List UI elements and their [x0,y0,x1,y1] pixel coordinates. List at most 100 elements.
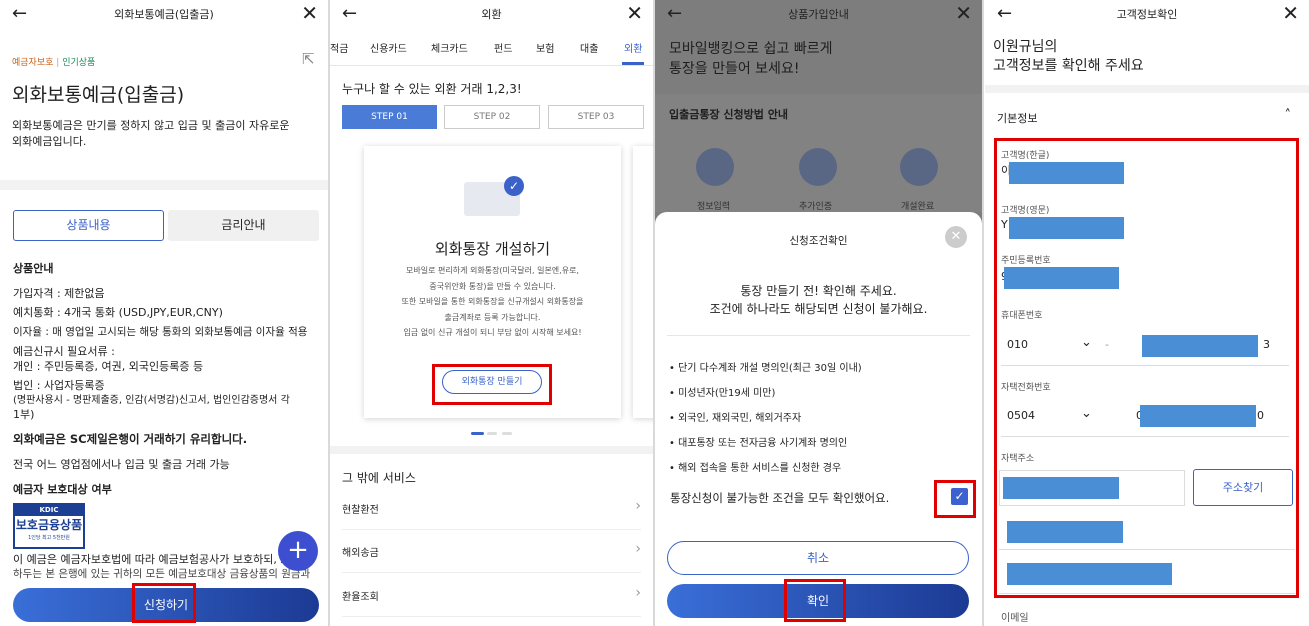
pen-icon [696,148,734,186]
step-label: 추가인증 [799,202,833,212]
modal-question-2: 조건에 하나라도 해당되면 신청이 불가해요. [709,302,928,316]
badge-deposit-protection: 예금자보호 [12,58,54,68]
kdic-logo: KDIC 보호금융상품 1인당 최고 5천만원 [13,503,85,549]
other-services-title: 그 밖에 서비스 [342,471,416,485]
carousel-dot [487,432,497,435]
tab-check-card[interactable]: 체크카드 [431,40,468,55]
tab-fund[interactable]: 펀드 [494,40,512,55]
list-item-label: 환율조회 [342,592,379,603]
close-icon[interactable]: ✕ [301,1,318,25]
condition-item: • 대포통장 또는 전자금융 사기계좌 명의인 [669,438,848,449]
info-line: 예치통화 : 4개국 통화 (USD,JPY,EUR,CNY) [13,306,223,319]
complete-icon [900,148,938,186]
chevron-up-icon[interactable]: ˄ [1285,108,1292,123]
info-line: 전국 어느 영업점에서나 입금 및 출금 거래 가능 [13,458,230,471]
list-item-remittance[interactable]: 해외송금 › [342,530,641,573]
header: ← 고객정보확인 ✕ [985,0,1309,26]
header-title: 외환 [481,8,502,21]
step-label: 정보입력 [697,202,731,212]
check-badge-icon: ✓ [504,176,524,196]
list-item-exchange-rate[interactable]: 환율조회 › [342,573,641,617]
tab-savings[interactable]: 적금 [330,40,348,55]
condition-modal: 신청조건확인 ✕ 통장 만들기 전! 확인해 주세요. 조건에 하나라도 해당되… [655,212,982,626]
condition-item: • 단기 다수계좌 개설 명의인(최근 30일 이내) [669,363,862,374]
close-icon[interactable]: ✕ [1282,1,1299,25]
divider [985,85,1309,93]
header-title: 고객정보확인 [1116,8,1178,21]
modal-title: 신청조건확인 [789,235,848,247]
protection-note: 하두는 본 은행에 있는 귀하의 모든 예금보호대상 금융상품의 원금과 [13,568,311,580]
tab-insurance[interactable]: 보험 [536,40,554,55]
hero-line-2: 통장을 만들어 보세요! [669,61,800,77]
tab-loan[interactable]: 대출 [580,40,598,55]
step-3-button[interactable]: STEP 03 [548,105,644,129]
header: ← 외환 ✕ [330,0,653,26]
card-description: 모바일로 편리하게 외화통장(미국달러, 일본엔,유로, 중국위안화 통장)을 … [364,263,621,341]
close-icon[interactable]: ✕ [945,226,967,248]
card-line: 입금 없이 신규 개설이 되니 부담 없이 시작해 보세요! [403,328,582,337]
highlight-box [784,579,846,622]
share-icon[interactable]: ⇱ [302,50,315,68]
category-tabs: 적금 신용카드 체크카드 펀드 보험 대출 외환 [330,40,653,66]
card-line: 또한 모바일을 통한 외화통장을 신규개설시 외화통장을 [401,297,584,306]
header-title: 외화보통예금(입출금) [114,8,214,21]
chevron-right-icon: › [635,541,641,557]
section-basic-info: 기본정보 [997,112,1038,125]
divider [330,446,653,454]
greeting-line-2: 고객정보를 확인해 주세요 [993,58,1144,74]
badge-separator: | [56,58,60,68]
tab-fx[interactable]: 외환 [624,40,642,55]
header: ← 외화보통예금(입출금) ✕ [0,0,328,26]
divider [0,180,328,190]
kdic-logo-sub: 1인당 최고 5천만원 [28,535,70,541]
kdic-logo-top: KDIC [15,505,83,516]
cancel-button[interactable]: 취소 [667,541,969,575]
section-title: 상품안내 [13,262,54,275]
chevron-right-icon: › [635,498,641,514]
screen-foreign-exchange: ← 외환 ✕ 적금 신용카드 체크카드 펀드 보험 대출 외환 누구나 할 수 … [330,0,653,626]
close-icon[interactable]: ✕ [626,1,643,25]
info-line: 예금신규시 필요서류 : [13,345,115,358]
card-title: 외화통장 개설하기 [434,240,551,258]
close-icon[interactable]: ✕ [955,1,972,25]
highlight-box [132,583,196,623]
step-2-button[interactable]: STEP 02 [444,105,540,129]
tab-interest-rate[interactable]: 금리안내 [168,210,319,241]
product-name: 외화보통예금(입출금) [12,84,185,106]
screen-product-detail: ← 외화보통예금(입출금) ✕ 예금자보호 | 인기상품 ⇱ 외화보통예금(입출… [0,0,328,626]
tab-credit-card[interactable]: 신용카드 [370,40,407,55]
card-line: 모바일로 편리하게 외화통장(미국달러, 일본엔,유로, [406,266,579,275]
badge-popular: 인기상품 [62,58,96,68]
step-1-button[interactable]: STEP 01 [342,105,437,129]
product-desc-1: 외화보통예금은 만기를 정하지 않고 입금 및 출금이 자유로운 [12,119,290,132]
highlight-box [432,364,552,405]
fab-plus-button[interactable]: + [278,531,318,571]
info-line: 1부) [13,408,35,421]
screen-account-guide: ← 상품가입안내 ✕ 모바일뱅킹으로 쉽고 빠르게 통장을 만들어 보세요! 입… [655,0,982,626]
protection-note: 이 예금은 예금자보호법에 따라 예금보험공사가 보호하되, 보 [13,553,291,566]
next-card-peek[interactable] [633,146,653,418]
highlight-box [994,138,1299,598]
modal-question-1: 통장 만들기 전! 확인해 주세요. [740,284,897,298]
list-item-label: 해외송금 [342,548,379,559]
highlight-box [934,480,976,518]
list-item-label: 현찰환전 [342,505,379,516]
greeting-line-1: 이원규님의 [993,39,1058,55]
kdic-logo-main: 보호금융상품 [15,518,83,532]
card-line: 중국위안화 통장)을 만들 수 있습니다. [429,281,556,291]
confirm-text: 통장신청이 불가능한 조건을 모두 확인했어요. [670,491,890,505]
info-line: 이자율 : 매 영업일 고시되는 해당 통화의 외화보통예금 이자율 적용 [13,326,308,338]
active-tab-indicator [622,62,644,65]
hero-line-1: 모바일뱅킹으로 쉽고 빠르게 [669,41,833,57]
condition-item: • 미성년자(만19세 미만) [669,388,776,399]
list-item-cash-exchange[interactable]: 현찰환전 › [342,488,641,530]
carousel-dot [502,432,512,435]
verify-icon [799,148,837,186]
guide-title: 입출금통장 신청방법 안내 [669,108,788,121]
tab-product-content[interactable]: 상품내용 [13,210,164,241]
card-line: 출금계좌로 등록 가능합니다. [444,312,541,322]
carousel-dot-active [471,432,484,435]
chevron-right-icon: › [635,585,641,601]
protection-title: 예금자 보호대상 여부 [13,483,112,496]
screen-customer-info: ← 고객정보확인 ✕ 이원규님의 고객정보를 확인해 주세요 기본정보 ˄ 고객… [985,0,1309,626]
